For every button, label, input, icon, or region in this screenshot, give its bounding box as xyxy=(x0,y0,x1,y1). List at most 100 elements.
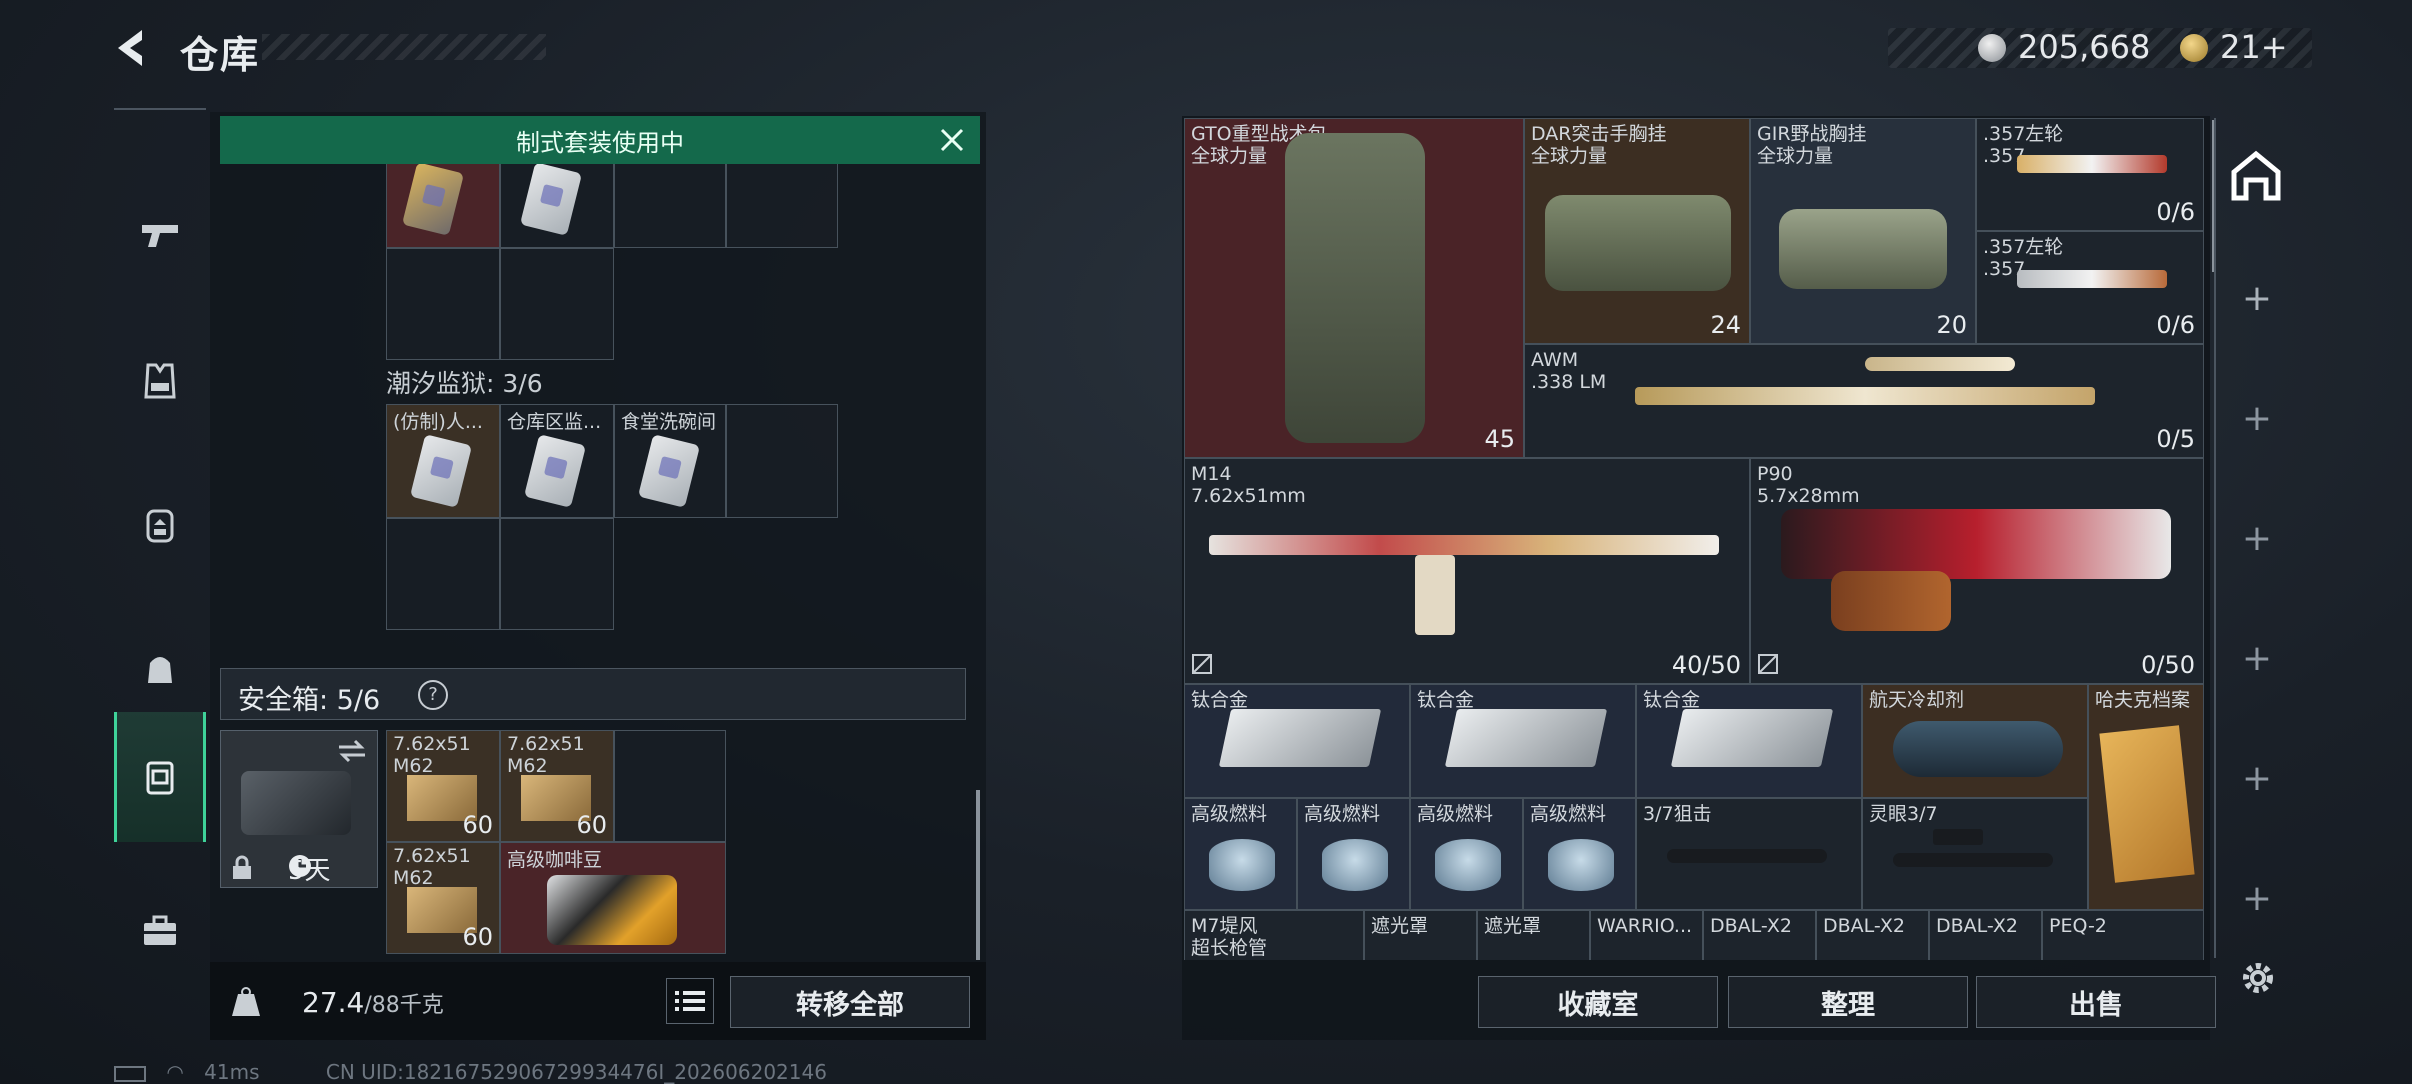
storage-item-m14[interactable]: M14 7.62x51mm 40/50 xyxy=(1184,458,1750,684)
storage-item-p90[interactable]: P90 5.7x28mm 0/50 xyxy=(1750,458,2204,684)
prison-keycard-cell[interactable]: 食堂洗碗间 xyxy=(614,404,726,518)
item-name: 钛合金 xyxy=(1643,689,1701,711)
storage-item-fuel[interactable]: 高级燃料 xyxy=(1410,798,1523,910)
no-ammo-icon xyxy=(1192,654,1212,674)
cell-quantity: 60 xyxy=(462,811,493,839)
ping-value: 41ms xyxy=(204,1060,260,1084)
ammo-cell[interactable]: 7.62x51 M62 60 xyxy=(386,842,500,954)
rail-safebox[interactable] xyxy=(114,712,206,842)
storage-item-fuel[interactable]: 高级燃料 xyxy=(1523,798,1636,910)
left-scrollbar[interactable] xyxy=(976,790,980,960)
storage-item-titanium[interactable]: 钛合金 xyxy=(1184,684,1410,798)
transfer-all-button[interactable]: 转移全部 xyxy=(730,976,970,1028)
inventory-cell[interactable] xyxy=(386,248,500,360)
inventory-cell[interactable] xyxy=(500,248,614,360)
storage-item-dbal[interactable]: DBAL-X2 xyxy=(1929,910,2042,960)
prison-keycard-cell[interactable]: 仓库区监... xyxy=(500,404,614,518)
keycard-icon xyxy=(409,434,473,508)
lock-icon xyxy=(233,855,251,879)
uid-text: CN UID:18216752906729934476I_20260620214… xyxy=(325,1060,827,1084)
item-name: 3/7狙击 xyxy=(1643,803,1712,825)
pistol-icon xyxy=(142,225,178,247)
storage-item-titanium[interactable]: 钛合金 xyxy=(1410,684,1636,798)
storage-item-warrior[interactable]: WARRIO... xyxy=(1590,910,1703,960)
storage-item-dbal[interactable]: DBAL-X2 xyxy=(1703,910,1816,960)
item-name: 高级燃料 xyxy=(1417,803,1494,825)
coffee-bean-cell[interactable]: 高级咖啡豆 xyxy=(500,842,726,954)
inventory-cell[interactable] xyxy=(614,160,726,248)
silver-coin-icon xyxy=(1978,34,2006,62)
keycard-icon xyxy=(637,434,701,508)
storage-item-coolant[interactable]: 航天冷却剂 xyxy=(1862,684,2088,798)
gold-coin-icon xyxy=(2180,34,2208,62)
add-page-plus-icon[interactable]: + xyxy=(2216,758,2298,799)
ammo-cell[interactable]: 7.62x51 M62 60 xyxy=(386,730,500,842)
storage-item-revolver[interactable]: .357左轮 .357 0/6 xyxy=(1976,231,2204,344)
add-page-plus-icon[interactable]: + xyxy=(2216,878,2298,919)
close-icon[interactable] xyxy=(936,124,968,156)
storage-item-peq[interactable]: PEQ-2 xyxy=(2042,910,2204,960)
fuel-can-icon xyxy=(1435,839,1501,891)
item-name: 高级燃料 xyxy=(1304,803,1381,825)
item-name: P90 5.7x28mm xyxy=(1757,463,1860,507)
storage-item-fuel[interactable]: 高级燃料 xyxy=(1184,798,1297,910)
organize-button[interactable]: 整理 xyxy=(1728,976,1968,1028)
ammo-cell[interactable]: 7.62x51 M62 60 xyxy=(500,730,614,842)
back-arrow-icon[interactable] xyxy=(112,26,156,70)
inventory-cell[interactable] xyxy=(726,404,838,518)
help-icon[interactable]: ? xyxy=(418,680,448,710)
add-page-plus-icon[interactable]: + xyxy=(2216,278,2298,319)
rail-weapon[interactable] xyxy=(114,170,206,300)
item-name: 遮光罩 xyxy=(1371,915,1429,937)
storage-item-gto-backpack[interactable]: GTO重型战术包 全球力量 45 xyxy=(1184,118,1524,458)
storage-item-dar-vest[interactable]: DAR突击手胸挂 全球力量 24 xyxy=(1524,118,1750,344)
storage-item-gir-vest[interactable]: GIR野战胸挂 全球力量 20 xyxy=(1750,118,1976,344)
briefcase-icon xyxy=(144,915,176,945)
cell-quantity: 60 xyxy=(462,923,493,951)
inventory-cell[interactable] xyxy=(386,518,500,630)
silver-currency-value: 205,668 xyxy=(2018,28,2151,66)
inventory-cell[interactable] xyxy=(614,730,726,842)
gear-icon[interactable] xyxy=(2236,956,2280,1000)
item-quantity: 0/6 xyxy=(2156,198,2195,226)
inventory-cell[interactable] xyxy=(386,160,500,248)
item-name: GIR野战胸挂 全球力量 xyxy=(1757,123,1867,167)
rail-backpack[interactable] xyxy=(114,460,206,590)
storage-item-awm[interactable]: AWM .338 LM 0/5 xyxy=(1524,344,2204,458)
add-page-plus-icon[interactable]: + xyxy=(2216,398,2298,439)
vest-icon xyxy=(1779,209,1947,289)
storage-item-revolver[interactable]: .357左轮 .357 0/6 xyxy=(1976,118,2204,231)
warehouse-icon[interactable] xyxy=(2226,146,2286,206)
list-view-button[interactable] xyxy=(666,978,714,1024)
swap-icon[interactable] xyxy=(337,739,367,763)
storage-item-m7-barrel[interactable]: M7堤风 超长枪管 xyxy=(1184,910,1364,960)
storage-item-fuel[interactable]: 高级燃料 xyxy=(1297,798,1410,910)
revolver-icon xyxy=(2017,270,2167,288)
storage-item-spirit-eye-scope[interactable]: 灵眼3/7 xyxy=(1862,798,2088,910)
fuel-can-icon xyxy=(1548,839,1614,891)
rail-toolbox[interactable] xyxy=(114,866,206,996)
inventory-cell[interactable] xyxy=(726,160,838,248)
weight-icon xyxy=(232,987,260,1016)
storage-item-scope-37[interactable]: 3/7狙击 xyxy=(1636,798,1862,910)
rail-vest[interactable] xyxy=(114,316,206,446)
prison-keycard-cell[interactable]: (仿制)人... xyxy=(386,404,500,518)
gold-currency-value[interactable]: 21+ xyxy=(2220,28,2288,66)
item-name: M7堤风 超长枪管 xyxy=(1191,915,1268,959)
storage-item-lens-hood[interactable]: 遮光罩 xyxy=(1477,910,1590,960)
item-name: 高级燃料 xyxy=(1530,803,1607,825)
storage-item-dbal[interactable]: DBAL-X2 xyxy=(1816,910,1929,960)
inventory-cell[interactable] xyxy=(500,518,614,630)
inventory-cell[interactable] xyxy=(500,160,614,248)
sell-button[interactable]: 出售 xyxy=(1976,976,2216,1028)
keycard-icon xyxy=(519,162,583,236)
storage-item-titanium[interactable]: 钛合金 xyxy=(1636,684,1862,798)
add-page-plus-icon[interactable]: + xyxy=(2216,518,2298,559)
fuel-can-icon xyxy=(1322,839,1388,891)
add-page-plus-icon[interactable]: + xyxy=(2216,638,2298,679)
storage-item-haavk-file[interactable]: 哈夫克档案 xyxy=(2088,684,2204,910)
collection-room-button[interactable]: 收藏室 xyxy=(1478,976,1718,1028)
suit-banner-text: 制式套装使用中 xyxy=(516,128,684,157)
storage-item-lens-hood[interactable]: 遮光罩 xyxy=(1364,910,1477,960)
page-title: 仓库 xyxy=(180,33,261,77)
